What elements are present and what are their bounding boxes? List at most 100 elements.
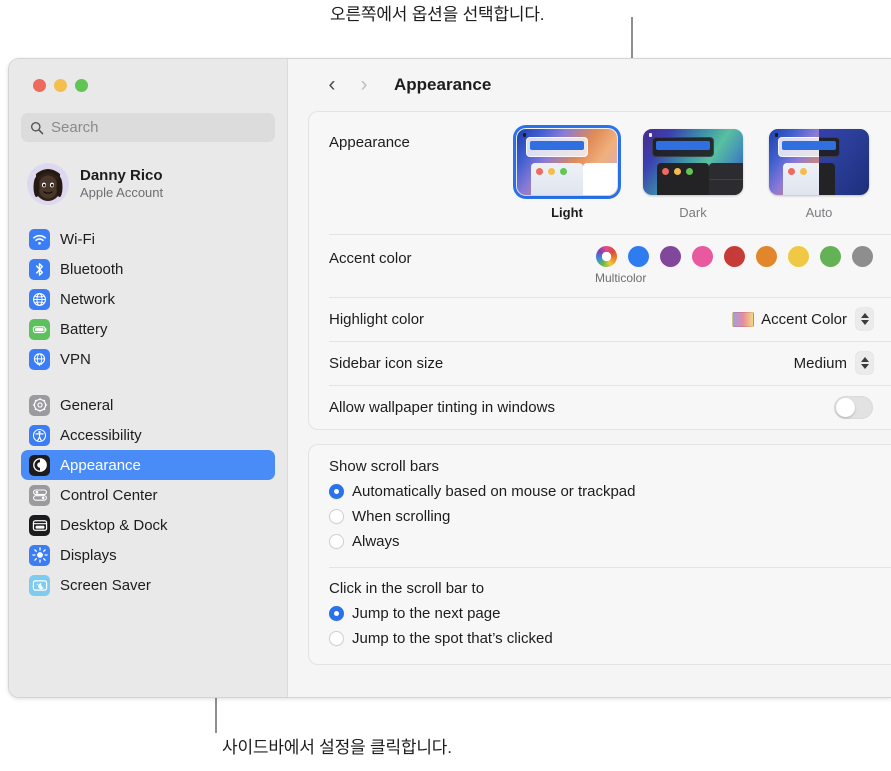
show-scroll-bars-options: Automatically based on mouse or trackpad… <box>329 479 871 554</box>
sidebar-item-accessibility[interactable]: Accessibility <box>21 420 275 450</box>
radio-option[interactable]: Jump to the next page <box>329 601 871 626</box>
chevron-right-icon[interactable]: › <box>348 70 380 100</box>
close-button[interactable] <box>33 79 46 92</box>
radio-option[interactable]: Jump to the spot that’s clicked <box>329 626 871 651</box>
accent-swatch-red[interactable] <box>724 246 745 267</box>
radio-button[interactable] <box>329 484 344 499</box>
account-row[interactable]: Danny Rico Apple Account <box>21 158 275 210</box>
radio-option[interactable]: When scrolling <box>329 504 871 529</box>
appearance-row: Appearance Light Dark Auto <box>309 112 891 234</box>
appearance-thumbnail-dark[interactable] <box>639 125 747 199</box>
sidebar-item-label: Battery <box>60 320 108 338</box>
sidebar: Search Danny Rico Apple Account Wi-Fi Bl… <box>9 59 288 697</box>
radio-button[interactable] <box>329 509 344 524</box>
sidebar-item-bluetooth[interactable]: Bluetooth <box>21 254 275 284</box>
sidebar-item-label: General <box>60 396 114 414</box>
radio-button[interactable] <box>329 631 344 646</box>
sidebar-icon-size-value: Medium <box>793 354 847 372</box>
highlight-color-row: Highlight color Accent Color <box>309 297 891 341</box>
accent-swatch-list <box>596 246 873 267</box>
brightness-icon <box>29 544 50 566</box>
accent-swatch-pink[interactable] <box>692 246 713 267</box>
sidebar-group-1: General Accessibility Appearance Control Ce… <box>21 390 275 600</box>
radio-label: Jump to the next page <box>352 605 501 622</box>
content-header: ‹ › Appearance <box>288 59 891 111</box>
account-text: Danny Rico Apple Account <box>80 167 163 202</box>
chevron-updown-icon[interactable] <box>856 352 873 374</box>
radio-button[interactable] <box>329 534 344 549</box>
radio-option[interactable]: Always <box>329 529 871 554</box>
accent-color-control: Multicolor <box>595 246 873 285</box>
sidebar-item-label: VPN <box>60 350 91 368</box>
click-scroll-bar-options: Jump to the next page Jump to the spot th… <box>329 601 871 651</box>
sidebar-item-label: Bluetooth <box>60 260 124 278</box>
sidebar-icon-size-popup[interactable]: Medium <box>794 352 873 374</box>
chevron-left-icon[interactable]: ‹ <box>316 70 348 100</box>
appearance-thumbnail-light[interactable] <box>513 125 621 199</box>
radio-button[interactable] <box>329 606 344 621</box>
sidebar-item-label: Displays <box>60 546 117 564</box>
desktop-dock-icon <box>29 514 50 536</box>
sidebar-item-label: Screen Saver <box>60 576 151 594</box>
zoom-button[interactable] <box>75 79 88 92</box>
window-controls <box>21 59 275 111</box>
globe-icon <box>29 288 50 310</box>
chevron-updown-icon[interactable] <box>856 308 873 330</box>
battery-icon <box>29 318 50 340</box>
click-scroll-bar-group: Click in the scroll bar to Jump to the n… <box>309 567 891 664</box>
appearance-option-label: Dark <box>679 205 707 220</box>
wifi-icon <box>29 228 50 250</box>
sidebar-item-label: Desktop & Dock <box>60 516 168 534</box>
sidebar-item-battery[interactable]: Battery <box>21 314 275 344</box>
search-input[interactable]: Search <box>21 113 275 142</box>
accent-swatch-yellow[interactable] <box>788 246 809 267</box>
sidebar-item-control-center[interactable]: Control Center <box>21 480 275 510</box>
sidebar-item-label: Control Center <box>60 486 158 504</box>
show-scroll-bars-group: Show scroll bars Automatically based on … <box>309 445 891 567</box>
search-placeholder: Search <box>51 119 99 136</box>
accent-swatch-orange[interactable] <box>756 246 777 267</box>
appearance-label: Appearance <box>329 134 410 151</box>
sidebar-item-appearance[interactable]: Appearance <box>21 450 275 480</box>
appearance-option-auto[interactable]: Auto <box>765 125 873 220</box>
sidebar-item-network[interactable]: Network <box>21 284 275 314</box>
radio-option[interactable]: Automatically based on mouse or trackpad <box>329 479 871 504</box>
accent-swatch-graphite[interactable] <box>852 246 873 267</box>
screen-saver-icon <box>29 574 50 596</box>
radio-label: Always <box>352 533 400 550</box>
sidebar-item-desktop-dock[interactable]: Desktop & Dock <box>21 510 275 540</box>
accent-swatch-multicolor[interactable] <box>596 246 617 267</box>
control-center-icon <box>29 484 50 506</box>
wallpaper-tinting-toggle[interactable] <box>834 395 873 419</box>
account-name: Danny Rico <box>80 166 163 184</box>
minimize-button[interactable] <box>54 79 67 92</box>
appearance-settings-card: Appearance Light Dark Auto Accent color … <box>308 111 891 430</box>
appearance-option-dark[interactable]: Dark <box>639 125 747 220</box>
sidebar-item-general[interactable]: General <box>21 390 275 420</box>
click-scroll-bar-title: Click in the scroll bar to <box>329 580 485 597</box>
appearance-option-label: Auto <box>805 205 833 220</box>
sidebar-item-displays[interactable]: Displays <box>21 540 275 570</box>
radio-label: Automatically based on mouse or trackpad <box>352 483 636 500</box>
content-pane: ‹ › Appearance Appearance Light Dark Aut… <box>288 59 891 697</box>
accent-swatch-purple[interactable] <box>660 246 681 267</box>
show-scroll-bars-title: Show scroll bars <box>329 458 440 475</box>
page-title: Appearance <box>394 75 492 94</box>
appearance-option-light[interactable]: Light <box>513 125 621 220</box>
sidebar-item-vpn[interactable]: VPN <box>21 344 275 374</box>
accent-color-row: Accent color Multicolor <box>309 234 891 297</box>
highlight-color-swatch <box>732 311 755 327</box>
accessibility-icon <box>29 424 50 446</box>
desktop-preview-icon <box>769 129 869 195</box>
appearance-thumbnail-auto[interactable] <box>765 125 873 199</box>
accent-swatch-green[interactable] <box>820 246 841 267</box>
appearance-options: Light Dark Auto <box>513 125 873 220</box>
highlight-color-popup[interactable]: Accent Color <box>732 308 873 330</box>
sidebar-item-screen-saver[interactable]: Screen Saver <box>21 570 275 600</box>
accent-swatch-blue[interactable] <box>628 246 649 267</box>
sidebar-item-label: Accessibility <box>60 426 142 444</box>
bluetooth-icon <box>29 258 50 280</box>
sidebar-item-label: Wi-Fi <box>60 230 95 248</box>
accent-color-label: Accent color <box>329 250 412 267</box>
sidebar-item-wi-fi[interactable]: Wi-Fi <box>21 224 275 254</box>
